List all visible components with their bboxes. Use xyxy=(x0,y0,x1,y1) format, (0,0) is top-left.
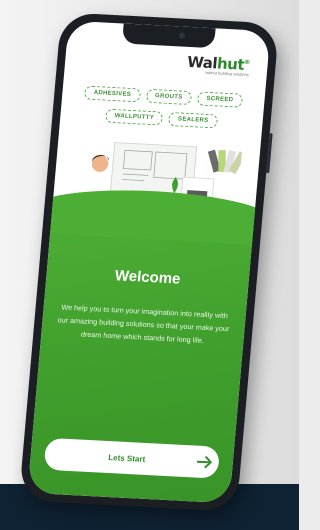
chip-wallputty[interactable]: WALLPUTTY xyxy=(105,108,164,126)
app-screen: Walhut® walnut building solutions ADHESI… xyxy=(27,20,271,504)
lets-start-label: Lets Start xyxy=(108,452,146,464)
chip-grouts[interactable]: GROUTS xyxy=(145,88,193,106)
chip-sealers[interactable]: SEALERS xyxy=(168,111,219,129)
registered-mark: ® xyxy=(243,58,251,67)
color-swatches xyxy=(207,149,243,174)
chip-screed[interactable]: SCREED xyxy=(196,91,243,108)
phone-frame: Walhut® walnut building solutions ADHESI… xyxy=(18,12,280,512)
brand-logo: Walhut® walnut building solutions xyxy=(186,53,250,77)
chip-adhesives[interactable]: ADHESIVES xyxy=(84,85,141,103)
arrow-right-icon xyxy=(189,445,220,478)
notch xyxy=(121,23,216,49)
phone-mockup: Walhut® walnut building solutions ADHESI… xyxy=(18,12,280,512)
category-chips: ADHESIVES GROUTS SCREED WALLPUTTY SEALER… xyxy=(69,85,255,138)
